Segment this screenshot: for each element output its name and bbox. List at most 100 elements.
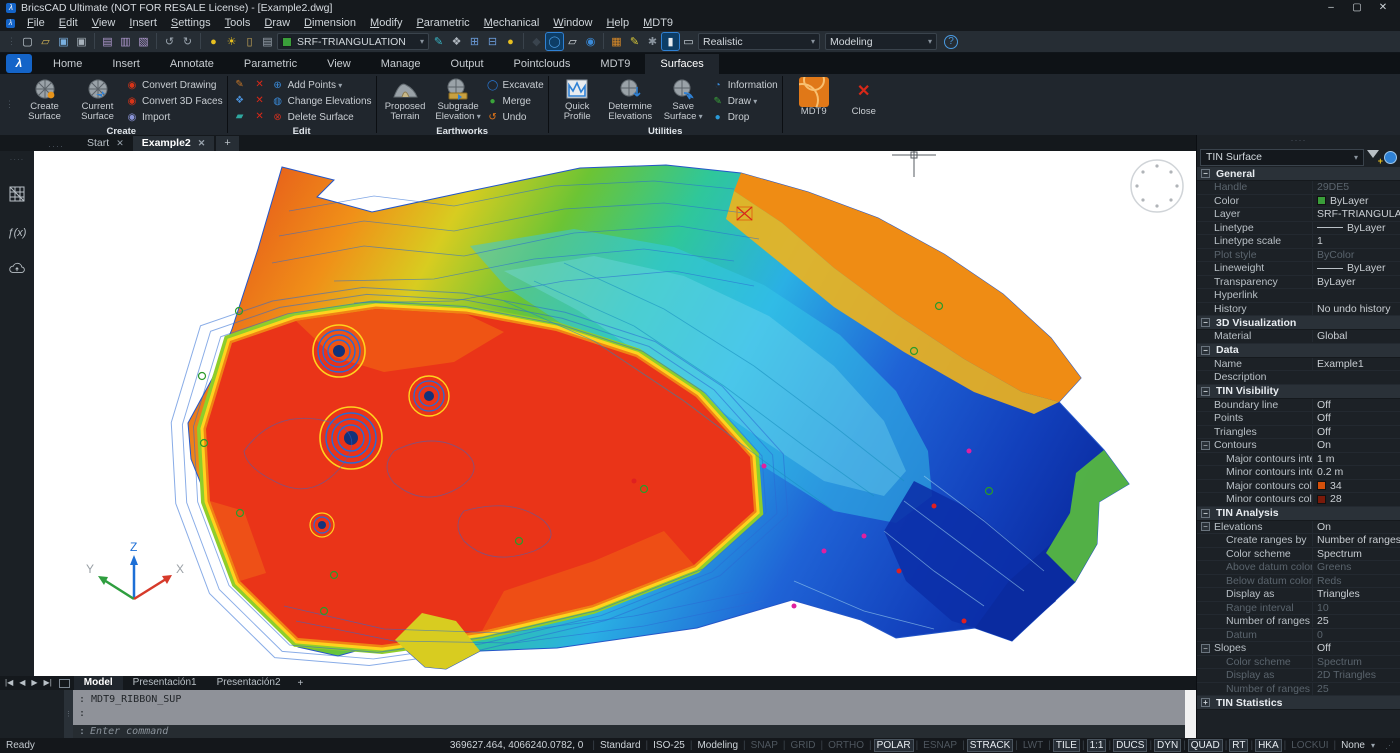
- status-toggle-grid[interactable]: GRID: [789, 740, 818, 751]
- status-toggle-lwt[interactable]: LWT: [1021, 740, 1045, 751]
- properties-grip[interactable]: ····: [1197, 135, 1400, 147]
- property-value[interactable]: ByColor: [1312, 249, 1400, 261]
- select-entities-icon[interactable]: [1384, 151, 1397, 164]
- layout-tab-model[interactable]: Model: [74, 676, 123, 690]
- menu-mdt9[interactable]: MDT9: [636, 16, 680, 31]
- layer-lock-icon[interactable]: ▯: [241, 33, 258, 50]
- property-value[interactable]: 1: [1312, 235, 1400, 247]
- close-tab-icon[interactable]: ✕: [198, 136, 206, 151]
- ribbon-tab-parametric[interactable]: Parametric: [229, 54, 312, 74]
- publish-icon[interactable]: ▥: [117, 33, 134, 50]
- add-points-button[interactable]: ⊕Add Points: [272, 77, 372, 93]
- property-value[interactable]: Off: [1312, 412, 1400, 424]
- next-layout-icon[interactable]: ▶: [28, 676, 40, 690]
- match-properties-icon[interactable]: ✎: [430, 33, 447, 50]
- print-preview-icon[interactable]: ▧: [135, 33, 152, 50]
- resize-grip[interactable]: ⋰: [1385, 740, 1394, 751]
- quick-profile-button[interactable]: Quick Profile: [553, 75, 602, 123]
- subgrade-elevation-button[interactable]: Subgrade Elevation: [434, 75, 483, 123]
- status-toggle-dyn[interactable]: DYN: [1155, 740, 1180, 751]
- proposed-terrain-button[interactable]: Proposed Terrain: [381, 75, 430, 123]
- help-icon[interactable]: ?: [944, 35, 958, 49]
- edit-brush-icon[interactable]: ✎: [232, 77, 248, 92]
- expand-icon[interactable]: −: [1201, 346, 1210, 355]
- status-toggle-iso25[interactable]: ISO-25: [651, 740, 687, 751]
- current-surface-button[interactable]: Current Surface: [73, 75, 122, 123]
- expand-icon[interactable]: −: [1201, 509, 1210, 518]
- property-value[interactable]: ByLayer: [1312, 276, 1400, 288]
- close-button[interactable]: ✕: [1370, 0, 1396, 16]
- render-image-icon[interactable]: ▭: [680, 33, 697, 50]
- new-layout-button[interactable]: +: [291, 678, 311, 689]
- menu-view[interactable]: View: [85, 16, 123, 31]
- entity-type-select[interactable]: TIN Surface ▾: [1200, 149, 1364, 166]
- property-value[interactable]: On: [1312, 439, 1400, 451]
- sketch-circle-icon[interactable]: ◯: [546, 33, 563, 50]
- draw-button[interactable]: ✎Draw: [712, 93, 778, 109]
- menu-parametric[interactable]: Parametric: [409, 16, 476, 31]
- view-cube-icon[interactable]: ◆: [528, 33, 545, 50]
- save-as-icon[interactable]: ▣: [73, 33, 90, 50]
- layout-tab-presentación2[interactable]: Presentación2: [207, 676, 291, 690]
- copy-icon[interactable]: ▱: [564, 33, 581, 50]
- filter-icon[interactable]: +: [1367, 150, 1381, 164]
- open-file-icon[interactable]: ▱: [37, 33, 54, 50]
- command-input[interactable]: : Enter command: [73, 725, 1185, 738]
- status-toggle-standard[interactable]: Standard: [598, 740, 643, 751]
- property-value[interactable]: Number of ranges: [1312, 534, 1400, 546]
- ribbon-tab-pointclouds[interactable]: Pointclouds: [499, 54, 586, 74]
- document-tab-start[interactable]: Start✕: [78, 136, 133, 151]
- close-tab-icon[interactable]: ✕: [116, 136, 124, 151]
- property-value[interactable]: 10: [1312, 602, 1400, 614]
- property-value[interactable]: Example1: [1312, 358, 1400, 370]
- property-value[interactable]: Global: [1312, 330, 1400, 342]
- isolate-icon[interactable]: ●: [502, 33, 519, 50]
- remove-boundary-icon[interactable]: ✕: [252, 109, 268, 124]
- cloud-panel-icon[interactable]: [8, 261, 26, 277]
- ribbon-close-button[interactable]: ✕ Close: [847, 78, 881, 117]
- app-menu-icon[interactable]: λ: [6, 19, 15, 28]
- status-toggle-none[interactable]: None: [1339, 740, 1367, 751]
- property-value[interactable]: Reds: [1312, 575, 1400, 587]
- merge-button[interactable]: ●Merge: [487, 93, 544, 109]
- status-toggle-quad[interactable]: QUAD: [1189, 740, 1222, 751]
- property-value[interactable]: ByLayer: [1312, 262, 1400, 274]
- menu-help[interactable]: Help: [599, 16, 636, 31]
- property-value[interactable]: Greens: [1312, 561, 1400, 573]
- menu-mechanical[interactable]: Mechanical: [477, 16, 547, 31]
- status-toggle-ortho[interactable]: ORTHO: [826, 740, 866, 751]
- menu-draw[interactable]: Draw: [257, 16, 297, 31]
- drawing-viewport[interactable]: Z Y X: [34, 151, 1196, 676]
- information-button[interactable]: ◔Information: [712, 77, 778, 93]
- layers-panel-icon[interactable]: [9, 186, 25, 205]
- minimize-button[interactable]: –: [1318, 0, 1344, 16]
- status-toggle-11[interactable]: 1:1: [1088, 740, 1106, 751]
- property-value[interactable]: Off: [1312, 426, 1400, 438]
- property-value[interactable]: Spectrum: [1312, 548, 1400, 560]
- status-toggle-esnap[interactable]: ESNAP: [921, 740, 959, 751]
- status-toggle-tile[interactable]: TILE: [1054, 740, 1079, 751]
- console-grip[interactable]: ⋮: [64, 690, 73, 738]
- expand-icon[interactable]: −: [1201, 318, 1210, 327]
- entity-snap-icon[interactable]: ⊞: [466, 33, 483, 50]
- ribbon-tab-view[interactable]: View: [312, 54, 366, 74]
- property-value[interactable]: SRF-TRIANGULATION: [1312, 208, 1400, 220]
- terrain-surface[interactable]: Z Y X: [34, 151, 1195, 676]
- menu-insert[interactable]: Insert: [122, 16, 164, 31]
- ribbon-tab-mdt9[interactable]: MDT9: [585, 54, 645, 74]
- console-scrollbar[interactable]: [1185, 690, 1196, 738]
- layer-on-icon[interactable]: ●: [205, 33, 222, 50]
- status-more-icon[interactable]: ▾: [1367, 741, 1379, 750]
- save-surface-button[interactable]: Save Surface: [659, 75, 708, 123]
- edit-faces-icon[interactable]: ▰: [232, 109, 248, 124]
- property-value[interactable]: 28: [1312, 493, 1400, 505]
- plot-icon[interactable]: ▤: [99, 33, 116, 50]
- first-layout-icon[interactable]: |◀: [2, 676, 16, 690]
- expand-icon[interactable]: −: [1201, 522, 1210, 531]
- ribbon-tab-home[interactable]: Home: [38, 54, 97, 74]
- convert-drawing-button[interactable]: ◉Convert Drawing: [126, 77, 223, 93]
- status-toggle-hka[interactable]: HKA: [1256, 740, 1281, 751]
- property-value[interactable]: Off: [1312, 399, 1400, 411]
- import-button[interactable]: ◉Import: [126, 109, 223, 125]
- mdt9-button[interactable]: MDT9: [795, 78, 833, 117]
